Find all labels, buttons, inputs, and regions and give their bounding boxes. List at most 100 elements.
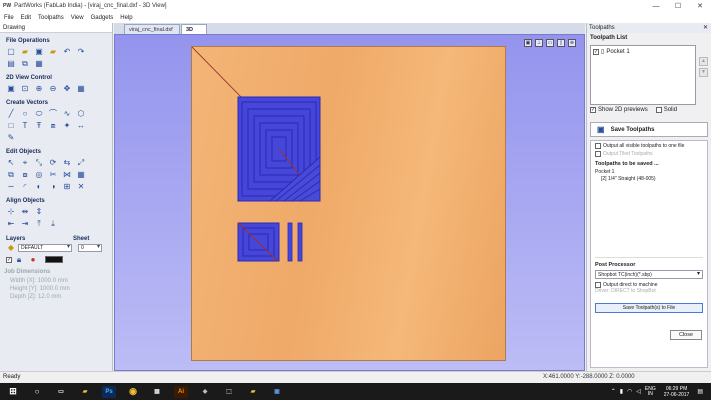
align-bottom-icon[interactable]: ⤓ xyxy=(48,219,58,229)
view-top-icon[interactable]: ⊥ xyxy=(535,39,543,47)
language-indicator[interactable]: ENG IN xyxy=(645,386,656,397)
explorer-2-icon[interactable]: ▰ xyxy=(246,386,260,398)
toolpath-item[interactable]: ✓ ▯ Pocket 1 xyxy=(591,46,695,55)
ungroup-icon[interactable]: ⧇ xyxy=(20,170,30,180)
toolpath-visible-checkbox[interactable]: ✓ xyxy=(593,48,599,55)
menu-help[interactable]: Help xyxy=(120,15,132,21)
save-to-file-button[interactable]: Save Toolpath(s) to File xyxy=(595,303,703,313)
start-icon[interactable]: ⊞ xyxy=(6,386,20,398)
fillet-icon[interactable]: ◜ xyxy=(20,182,30,192)
align-v-center-icon[interactable]: ⇕ xyxy=(34,207,44,217)
align-top-icon[interactable]: ⤒ xyxy=(34,219,44,229)
save-toolpaths-button[interactable]: ▣ Save Toolpaths xyxy=(590,122,708,137)
arc-icon[interactable]: ⌒ xyxy=(48,109,58,119)
tab-3d-view[interactable]: 3D View xyxy=(181,24,207,43)
view-iso-icon[interactable]: ▣ xyxy=(524,39,532,47)
solid-checkbox[interactable] xyxy=(655,107,662,113)
text-on-curve-icon[interactable]: Ŧ xyxy=(34,121,44,131)
dimension-icon[interactable]: ↔ xyxy=(76,121,86,131)
copy-icon[interactable]: ⧉ xyxy=(20,59,30,69)
paste-icon[interactable]: ▦ xyxy=(34,59,44,69)
explorer-icon[interactable]: ▰ xyxy=(78,386,92,398)
show-previews-checkbox[interactable]: ✓ xyxy=(590,107,596,113)
subtract-icon[interactable]: ◐ xyxy=(34,182,44,192)
save-icon[interactable]: ▣ xyxy=(34,47,44,57)
view-zoom-icon[interactable]: ⊕ xyxy=(568,39,576,47)
ellipse-icon[interactable]: ⬭ xyxy=(34,109,44,119)
import-icon[interactable]: ▰ xyxy=(48,47,58,57)
menu-view[interactable]: View xyxy=(71,15,84,21)
align-left-icon[interactable]: ⇤ xyxy=(6,219,16,229)
node-edit-icon[interactable]: ⌖ xyxy=(20,158,30,168)
app-icon-2[interactable]: ▣ xyxy=(270,386,284,398)
minimize-button[interactable]: — xyxy=(645,0,667,12)
draw-icon[interactable]: ✎ xyxy=(6,133,16,143)
lock-icon[interactable]: 🔒︎ xyxy=(14,255,24,265)
3d-viewport[interactable]: ▣ ⊥ ▭ ▯ ⊕ xyxy=(114,34,585,371)
polygon-icon[interactable]: ⬡ xyxy=(76,109,86,119)
illustrator-icon[interactable]: Ai xyxy=(174,385,188,398)
rhino-icon[interactable]: ◆ xyxy=(198,386,212,398)
layer-color-icon[interactable]: ● xyxy=(28,255,38,265)
close-window-button[interactable]: ✕ xyxy=(689,0,711,12)
layer-color-swatch[interactable] xyxy=(45,256,63,263)
zoom-icon[interactable]: ⊕ xyxy=(34,84,44,94)
measure-icon[interactable]: ✕ xyxy=(76,182,86,192)
offset-icon[interactable]: ⧈ xyxy=(48,121,58,131)
wifi-icon[interactable]: ◠ xyxy=(627,388,632,395)
mirror-icon[interactable]: ⇆ xyxy=(62,158,72,168)
zoom-out-icon[interactable]: ⊖ xyxy=(48,84,58,94)
smooth-icon[interactable]: ∽ xyxy=(6,182,16,192)
circle-icon[interactable]: ○ xyxy=(20,109,30,119)
view-front-icon[interactable]: ▭ xyxy=(546,39,554,47)
output-one-file-checkbox[interactable] xyxy=(595,143,601,149)
menu-edit[interactable]: Edit xyxy=(21,15,31,21)
print-icon[interactable]: ▤ xyxy=(6,59,16,69)
media-icon[interactable]: ▦ xyxy=(150,386,164,398)
text-icon[interactable]: T xyxy=(20,121,30,131)
redo-icon[interactable]: ↷ xyxy=(76,47,86,57)
pan-icon[interactable]: ✥ xyxy=(62,84,72,94)
trim-icon[interactable]: ✂ xyxy=(48,170,58,180)
sheet-select[interactable]: 0 xyxy=(78,244,102,252)
new-file-icon[interactable]: ▢ xyxy=(6,47,16,57)
clock[interactable]: 06:29 PM 27-06-2017 xyxy=(664,386,690,398)
nest-icon[interactable]: ⊞ xyxy=(62,182,72,192)
layer-select[interactable]: DEFAULT xyxy=(18,244,72,252)
close-icon[interactable]: ✕ xyxy=(703,23,708,33)
tab-dxf-file[interactable]: viraj_cnc_final.dxf xyxy=(124,24,180,34)
zoom-box-icon[interactable]: ⊡ xyxy=(20,84,30,94)
rotate-icon[interactable]: ⟳ xyxy=(48,158,58,168)
rectangle-icon[interactable]: □ xyxy=(6,121,16,131)
zoom-extents-icon[interactable]: ▣ xyxy=(6,84,16,94)
align-h-center-icon[interactable]: ⇹ xyxy=(20,207,30,217)
menu-gadgets[interactable]: Gadgets xyxy=(91,15,114,21)
grid-icon[interactable]: ▦ xyxy=(76,84,86,94)
network-icon[interactable]: ▮ xyxy=(620,388,623,395)
menu-file[interactable]: File xyxy=(4,15,14,21)
star-icon[interactable]: ✦ xyxy=(62,121,72,131)
menu-toolpaths[interactable]: Toolpaths xyxy=(38,15,64,21)
photoshop-icon[interactable]: Ps xyxy=(102,385,116,398)
maximize-button[interactable]: ☐ xyxy=(667,0,689,12)
chrome-icon[interactable]: ◉ xyxy=(126,386,140,398)
move-up-icon[interactable]: ▲ xyxy=(699,57,708,66)
transform-icon[interactable]: ⤡ xyxy=(34,158,44,168)
join-icon[interactable]: ⋈ xyxy=(62,170,72,180)
partworks-icon[interactable]: ⬚ xyxy=(222,386,236,398)
scale-icon[interactable]: ⤢ xyxy=(76,158,86,168)
select-icon[interactable]: ↖ xyxy=(6,158,16,168)
group-icon[interactable]: ⧉ xyxy=(6,170,16,180)
align-center-icon[interactable]: ⊹ xyxy=(6,207,16,217)
view-side-icon[interactable]: ▯ xyxy=(557,39,565,47)
layer-visible-checkbox[interactable]: ✓ xyxy=(6,256,12,263)
tray-arrow-icon[interactable]: ⌃ xyxy=(611,388,616,395)
polyline-icon[interactable]: ╱ xyxy=(6,109,16,119)
output-one-file-option[interactable]: Output all visible toolpaths to one file xyxy=(591,141,707,149)
notifications-icon[interactable]: ▤ xyxy=(697,388,703,395)
drawing-tab[interactable]: Drawing xyxy=(0,23,112,33)
undo-icon[interactable]: ↶ xyxy=(62,47,72,57)
volume-icon[interactable]: ◁ xyxy=(636,388,641,395)
curve-icon[interactable]: ∿ xyxy=(62,109,72,119)
intersect-icon[interactable]: ◑ xyxy=(48,182,58,192)
